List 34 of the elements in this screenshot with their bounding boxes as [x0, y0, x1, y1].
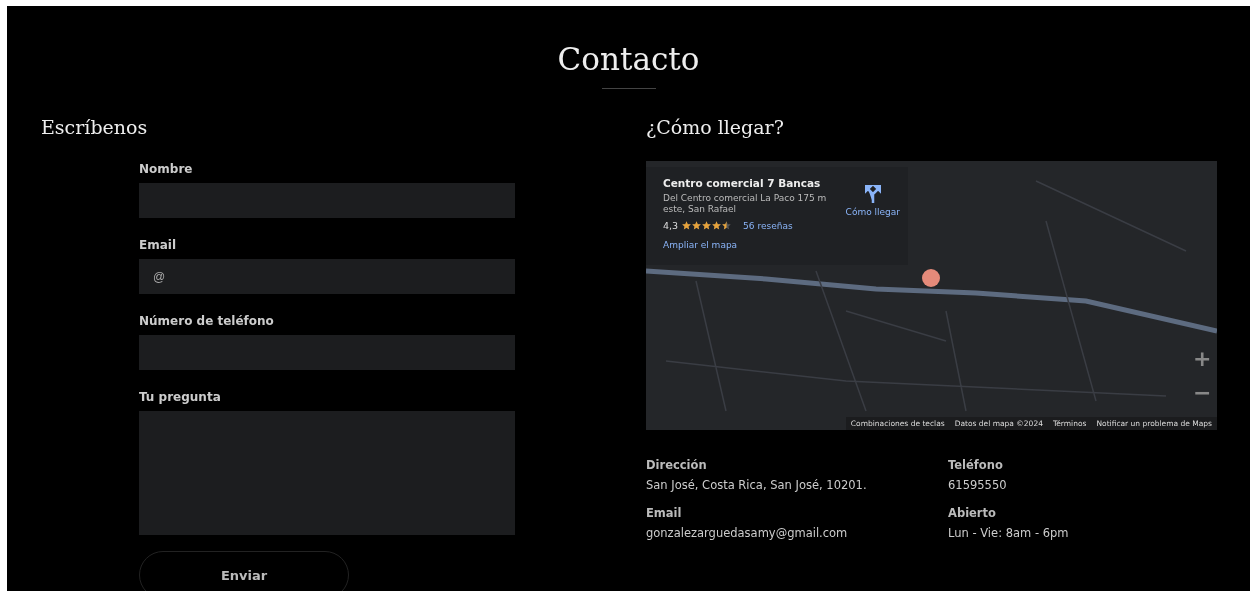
star-icon: [682, 221, 692, 230]
section-heading: ¿Cómo llegar?: [646, 115, 785, 139]
info-value: Lun - Vie: 8am - 6pm: [948, 525, 1070, 541]
info-label: Abierto: [948, 505, 997, 521]
star-icon: [702, 221, 712, 230]
field-label: Email: [139, 238, 178, 253]
enlarge-map-link[interactable]: Ampliar el mapa: [663, 240, 838, 250]
directions-icon: [864, 185, 881, 203]
directions-link[interactable]: Cómo llegar: [845, 177, 900, 265]
info-label: Teléfono: [948, 457, 1004, 473]
question-field[interactable]: [139, 411, 515, 535]
info-label: Email: [646, 505, 683, 521]
send-button[interactable]: Enviar: [139, 551, 349, 591]
map-pin-icon: [922, 269, 940, 287]
info-label: Dirección: [646, 457, 708, 473]
place-address: Del Centro comercial La Paco 175 m este, San Rafael: [663, 193, 828, 215]
star-icon: [692, 221, 702, 230]
input-field[interactable]: [139, 183, 515, 218]
page-title: Contacto: [556, 40, 701, 78]
field-label: Tu pregunta: [139, 390, 222, 405]
place-name: Centro comercial 7 Bancas: [663, 177, 822, 189]
star-icon: [712, 221, 722, 230]
input-field[interactable]: @: [139, 259, 515, 294]
field-label: Nombre: [139, 162, 194, 177]
section-heading: Escríbenos: [41, 115, 149, 139]
info-value: 61595550: [948, 477, 1008, 493]
info-value: San José, Costa Rica, San José, 10201.: [646, 477, 868, 493]
reviews-link[interactable]: 56 reseñas: [743, 220, 793, 231]
star-icon: [722, 221, 732, 230]
field-label: Número de teléfono: [139, 314, 275, 329]
info-value: gonzalezarguedasamy@gmail.com: [646, 525, 849, 541]
rating-value: 4,3: [663, 220, 679, 231]
map-placeholder[interactable]: [646, 161, 1217, 430]
input-field[interactable]: [139, 335, 515, 370]
